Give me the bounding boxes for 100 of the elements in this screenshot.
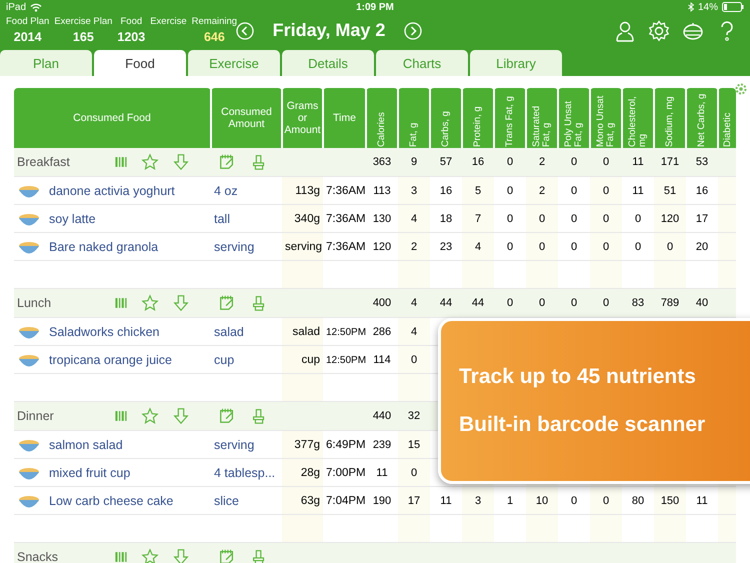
- value-text: 113: [373, 184, 391, 196]
- value-text: 0: [602, 184, 610, 196]
- meal-name: Snacks: [17, 550, 58, 563]
- star-icon[interactable]: [141, 548, 159, 563]
- star-icon[interactable]: [141, 407, 159, 425]
- star-icon[interactable]: [141, 153, 159, 171]
- summary-value: 2014: [14, 30, 42, 45]
- value-text: 80: [632, 494, 644, 506]
- value-text: 4: [410, 297, 418, 309]
- amount-text: serving: [214, 438, 254, 452]
- value-text: 57: [440, 156, 452, 168]
- date-title: Friday, May 2: [272, 20, 386, 41]
- food-name[interactable]: Bare naked granola: [49, 240, 158, 254]
- time-text: 6:49PM: [326, 438, 366, 450]
- star-icon[interactable]: [141, 294, 159, 312]
- food-name[interactable]: Saladworks chicken: [49, 324, 160, 338]
- food-name[interactable]: mixed fruit cup: [49, 466, 130, 480]
- previous-day-button[interactable]: [236, 22, 254, 40]
- amount-text: 4 tablesp...: [214, 466, 276, 480]
- value-text: 15: [408, 438, 420, 450]
- settings-icon[interactable]: [734, 82, 748, 96]
- down-arrow-icon[interactable]: [172, 407, 190, 425]
- column-header: Cholesterol, mg: [622, 88, 654, 148]
- column-header: Mono Unsat Fat, g: [590, 88, 622, 148]
- bars-icon[interactable]: [114, 154, 128, 170]
- value-text: 17: [408, 494, 420, 506]
- time-text: 12:50PM: [326, 354, 366, 366]
- value-text: 363: [372, 156, 392, 168]
- value-text: 0: [570, 212, 578, 224]
- value-text: 0: [602, 494, 610, 506]
- value-text: 0: [666, 240, 674, 252]
- grams-text: 63g: [300, 494, 320, 506]
- grams-text: 377g: [294, 438, 320, 450]
- tab[interactable]: Food: [94, 50, 186, 76]
- value-text: 130: [372, 212, 392, 224]
- column-header: Poly Unsat Fat, g: [558, 88, 590, 148]
- column-header: Saturated Fat, g: [526, 88, 558, 148]
- summary-value: 646: [204, 30, 225, 45]
- grams-text: cup: [301, 354, 320, 366]
- value-text: 4: [410, 212, 418, 224]
- value-text: 11: [632, 156, 644, 168]
- bars-icon[interactable]: [114, 549, 128, 563]
- notepad-icon[interactable]: [218, 407, 236, 425]
- value-text: 2: [538, 184, 546, 196]
- amount-text: 4 oz: [214, 184, 238, 198]
- meal-name: Dinner: [17, 409, 54, 423]
- down-arrow-icon[interactable]: [172, 153, 190, 171]
- column-header: Protein, g: [462, 88, 494, 148]
- grams-text: salad: [292, 326, 320, 338]
- value-text: 18: [440, 212, 452, 224]
- value-text: 150: [660, 494, 680, 506]
- value-text: 16: [696, 184, 708, 196]
- person-icon[interactable]: [614, 20, 636, 42]
- food-name[interactable]: salmon salad: [49, 438, 123, 452]
- promo-text: Track up to 45 nutrients: [459, 365, 697, 389]
- meal-name: Breakfast: [17, 155, 70, 169]
- next-day-button[interactable]: [404, 22, 422, 40]
- amount-text: salad: [214, 324, 244, 338]
- down-arrow-icon[interactable]: [172, 548, 190, 563]
- food-name[interactable]: tropicana orange juice: [49, 352, 172, 366]
- food-name[interactable]: Low carb cheese cake: [49, 494, 174, 508]
- meal-name: Lunch: [17, 296, 52, 310]
- value-text: 10: [536, 494, 548, 506]
- bars-icon[interactable]: [114, 295, 128, 311]
- food-name[interactable]: danone activia yoghurt: [49, 184, 175, 198]
- value-text: 0: [538, 297, 546, 309]
- bars-icon[interactable]: [114, 408, 128, 424]
- battery-percent: 14%: [698, 2, 718, 12]
- value-text: 0: [506, 184, 514, 196]
- time-text: 7:36AM: [326, 240, 366, 252]
- summary-label: Exercise: [150, 16, 187, 27]
- time-text: 7:04PM: [326, 494, 366, 506]
- summary-label: Food Plan: [6, 16, 50, 27]
- value-text: 2: [538, 156, 546, 168]
- value-text: 120: [660, 212, 680, 224]
- column-header: Diabetic: [718, 88, 736, 148]
- value-text: 44: [440, 297, 452, 309]
- summary-label: Remaining: [192, 16, 238, 27]
- down-arrow-icon[interactable]: [172, 294, 190, 312]
- value-text: 9: [410, 156, 418, 168]
- wifi-icon: [30, 2, 42, 12]
- value-text: 0: [506, 156, 514, 168]
- grams-text: 113g: [295, 184, 320, 196]
- clock-time: 1:09 PM: [356, 2, 394, 12]
- value-text: 11: [376, 466, 388, 478]
- notepad-icon[interactable]: [218, 548, 236, 563]
- value-text: 0: [570, 184, 578, 196]
- notepad-icon[interactable]: [218, 153, 236, 171]
- value-text: 3: [410, 184, 418, 196]
- value-text: 17: [696, 212, 708, 224]
- column-header: Net Carbs, g: [686, 88, 718, 148]
- notepad-icon[interactable]: [218, 294, 236, 312]
- summary-value: 1203: [117, 30, 146, 45]
- value-text: 114: [373, 354, 391, 366]
- value-text: 51: [664, 184, 676, 196]
- value-text: 20: [696, 240, 708, 252]
- value-text: 0: [506, 297, 514, 309]
- food-name[interactable]: soy latte: [49, 212, 96, 226]
- value-text: 0: [570, 240, 578, 252]
- column-header: Carbs, g: [430, 88, 462, 148]
